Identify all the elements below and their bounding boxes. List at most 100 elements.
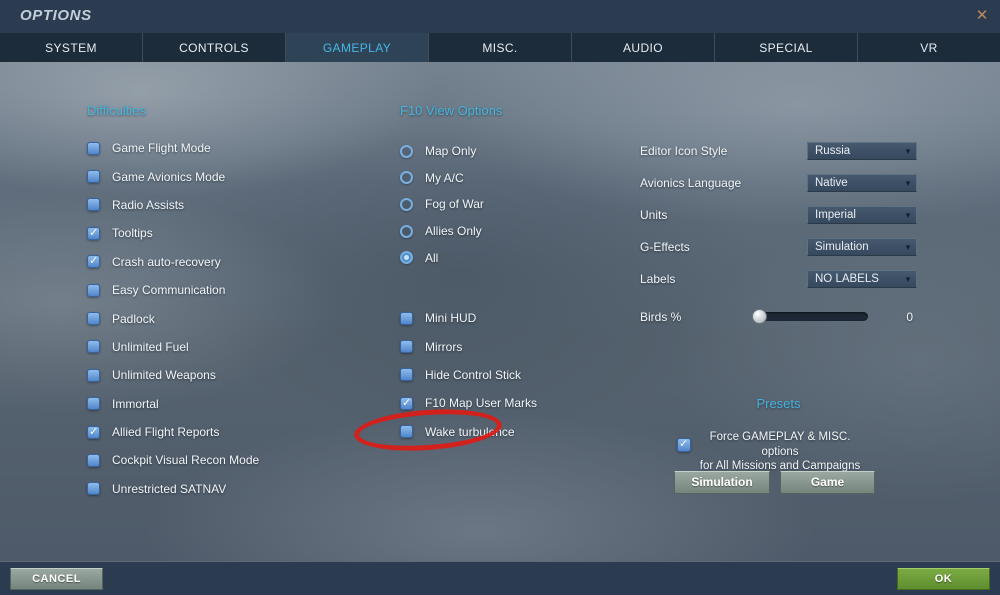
- checkbox-icon: [400, 397, 413, 410]
- f10-checkbox-list: Mini HUD Mirrors Hide Control Stick F10 …: [400, 304, 537, 446]
- radio-my-ac[interactable]: My A/C: [400, 165, 484, 192]
- simulation-preset-button[interactable]: Simulation: [674, 471, 770, 494]
- g-effects-dropdown[interactable]: Simulation▼: [807, 238, 917, 256]
- radio-icon: [400, 171, 413, 184]
- setting-row-editor-icon-style: Editor Icon Style Russia▼: [640, 142, 917, 160]
- ok-button[interactable]: OK: [897, 568, 990, 590]
- chevron-down-icon: ▼: [904, 240, 912, 256]
- avionics-language-dropdown[interactable]: Native ▼: [807, 174, 917, 192]
- setting-label: G-Effects: [640, 240, 690, 254]
- setting-label: Editor Icon Style: [640, 144, 727, 158]
- presets-header: Presets: [640, 396, 917, 411]
- checkbox-mirrors[interactable]: Mirrors: [400, 332, 537, 360]
- checkbox-mini-hud[interactable]: Mini HUD: [400, 304, 537, 332]
- checkbox-label: Radio Assists: [112, 198, 184, 212]
- radio-icon: [400, 145, 413, 158]
- checkbox-icon: [87, 312, 100, 325]
- radio-label: Allies Only: [425, 224, 482, 238]
- options-window: OPTIONS ✕ SYSTEM CONTROLS GAMEPLAY MISC.…: [0, 0, 1000, 595]
- tab-system[interactable]: SYSTEM: [0, 33, 143, 62]
- tab-vr[interactable]: VR: [858, 33, 1000, 62]
- checkbox-label: Immortal: [112, 397, 159, 411]
- checkbox-immortal[interactable]: Immortal: [87, 390, 259, 418]
- checkbox-icon: [87, 482, 100, 495]
- radio-label: My A/C: [425, 171, 464, 185]
- checkbox-label: Force GAMEPLAY & MISC. options for All M…: [690, 430, 870, 474]
- checkbox-icon: [87, 142, 100, 155]
- difficulties-header: Difficulties: [87, 103, 146, 118]
- radio-fog-of-war[interactable]: Fog of War: [400, 191, 484, 218]
- game-preset-button[interactable]: Game: [780, 471, 875, 494]
- checkbox-label: Mirrors: [425, 340, 462, 354]
- chevron-down-icon: ▼: [904, 272, 912, 288]
- checkbox-label: Crash auto-recovery: [112, 255, 221, 269]
- difficulties-list: Game Flight Mode Game Avionics Mode Radi…: [87, 134, 259, 503]
- slider-handle[interactable]: [752, 309, 767, 324]
- setting-row-g-effects: G-Effects Simulation▼: [640, 238, 917, 256]
- f10-radio-group: Map Only My A/C Fog of War Allies Only A…: [400, 138, 484, 271]
- checkbox-icon: [87, 426, 100, 439]
- setting-row-avionics-language: Avionics Language Native ▼: [640, 174, 917, 192]
- checkbox-label: Cockpit Visual Recon Mode: [112, 453, 259, 467]
- radio-icon: [400, 225, 413, 238]
- page-title: OPTIONS: [20, 7, 92, 24]
- checkbox-padlock[interactable]: Padlock: [87, 304, 259, 332]
- checkbox-tooltips[interactable]: Tooltips: [87, 219, 259, 247]
- dropdown-value: Native: [815, 177, 848, 189]
- checkbox-unlimited-weapons[interactable]: Unlimited Weapons: [87, 361, 259, 389]
- content-area: Difficulties Game Flight Mode Game Avion…: [0, 62, 1000, 562]
- radio-all[interactable]: All: [400, 244, 484, 271]
- checkbox-label: Padlock: [112, 312, 155, 326]
- cancel-button[interactable]: CANCEL: [10, 568, 103, 590]
- checkbox-crash-auto-recovery[interactable]: Crash auto-recovery: [87, 248, 259, 276]
- checkbox-radio-assists[interactable]: Radio Assists: [87, 191, 259, 219]
- checkbox-f10-map-user-marks[interactable]: F10 Map User Marks: [400, 389, 537, 417]
- checkbox-allied-flight-reports[interactable]: Allied Flight Reports: [87, 418, 259, 446]
- checkbox-unlimited-fuel[interactable]: Unlimited Fuel: [87, 333, 259, 361]
- radio-label: Fog of War: [425, 197, 484, 211]
- checkbox-icon: [87, 284, 100, 297]
- radio-icon: [400, 198, 413, 211]
- setting-row-birds: Birds % 0: [640, 308, 917, 326]
- checkbox-cockpit-visual-recon-mode[interactable]: Cockpit Visual Recon Mode: [87, 446, 259, 474]
- tab-controls[interactable]: CONTROLS: [143, 33, 286, 62]
- units-dropdown[interactable]: Imperial▼: [807, 206, 917, 224]
- dropdown-value: NO LABELS: [815, 273, 879, 285]
- checkbox-label: Unlimited Fuel: [112, 340, 189, 354]
- checkbox-label: Easy Communication: [112, 283, 225, 297]
- checkbox-icon: [400, 425, 413, 438]
- setting-row-labels: Labels NO LABELS ▼: [640, 270, 917, 288]
- checkbox-label: Allied Flight Reports: [112, 425, 219, 439]
- checkbox-hide-control-stick[interactable]: Hide Control Stick: [400, 361, 537, 389]
- setting-label: Avionics Language: [640, 176, 741, 190]
- dropdown-value: Imperial: [815, 209, 856, 221]
- f10-view-options-header: F10 View Options: [400, 103, 502, 118]
- checkbox-easy-communication[interactable]: Easy Communication: [87, 276, 259, 304]
- checkbox-label: F10 Map User Marks: [425, 396, 537, 410]
- radio-allies-only[interactable]: Allies Only: [400, 218, 484, 245]
- editor-icon-style-dropdown[interactable]: Russia▼: [807, 142, 917, 160]
- checkbox-unrestricted-satnav[interactable]: Unrestricted SATNAV: [87, 475, 259, 503]
- tab-special[interactable]: SPECIAL: [715, 33, 858, 62]
- birds-slider[interactable]: [753, 312, 868, 321]
- checkbox-label: Unlimited Weapons: [112, 368, 216, 382]
- chevron-down-icon: ▼: [904, 176, 912, 192]
- tab-audio[interactable]: AUDIO: [572, 33, 715, 62]
- radio-label: All: [425, 251, 438, 265]
- checkbox-icon: [87, 454, 100, 467]
- radio-map-only[interactable]: Map Only: [400, 138, 484, 165]
- close-icon[interactable]: ✕: [972, 6, 992, 26]
- tab-gameplay[interactable]: GAMEPLAY: [286, 33, 429, 62]
- labels-dropdown[interactable]: NO LABELS ▼: [807, 270, 917, 288]
- checkbox-game-flight-mode[interactable]: Game Flight Mode: [87, 134, 259, 162]
- setting-label: Birds %: [640, 310, 681, 324]
- checkbox-wake-turbulence[interactable]: Wake turbulence: [400, 418, 537, 446]
- setting-label: Labels: [640, 272, 675, 286]
- checkbox-label: Unrestricted SATNAV: [112, 482, 226, 496]
- checkbox-icon: [87, 369, 100, 382]
- tab-misc[interactable]: MISC.: [429, 33, 572, 62]
- checkbox-game-avionics-mode[interactable]: Game Avionics Mode: [87, 162, 259, 190]
- checkbox-icon: [87, 255, 100, 268]
- tab-bar: SYSTEM CONTROLS GAMEPLAY MISC. AUDIO SPE…: [0, 33, 1000, 62]
- chevron-down-icon: ▼: [904, 144, 912, 160]
